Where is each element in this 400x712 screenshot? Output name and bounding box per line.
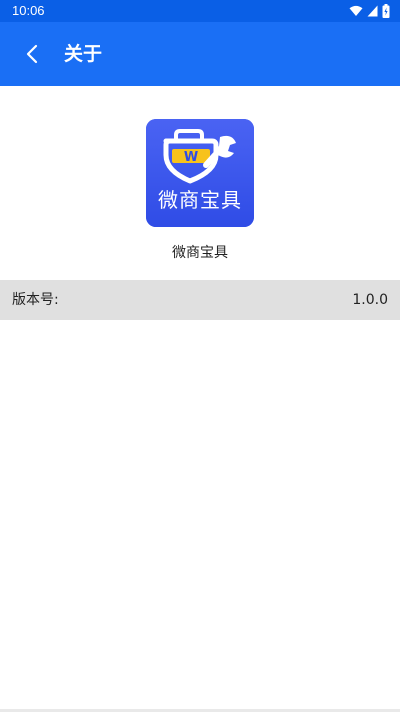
logo-text: 微商宝具 — [158, 188, 242, 212]
status-time: 10:06 — [12, 3, 45, 18]
signal-icon — [367, 5, 378, 17]
version-value: 1.0.0 — [352, 292, 388, 308]
app-bar: 关于 — [0, 22, 400, 86]
chevron-left-icon — [26, 44, 38, 64]
logo-letter: W — [184, 150, 198, 165]
version-row: 版本号: 1.0.0 — [0, 280, 400, 320]
battery-icon — [382, 4, 390, 18]
version-label: 版本号: — [12, 292, 59, 308]
status-icons — [349, 4, 390, 18]
status-bar: 10:06 — [0, 0, 400, 22]
app-logo: W 微商宝具 — [146, 119, 254, 227]
wifi-icon — [349, 5, 363, 16]
back-button[interactable] — [18, 40, 46, 68]
app-name: 微商宝具 — [172, 245, 228, 261]
page-title: 关于 — [64, 43, 103, 65]
